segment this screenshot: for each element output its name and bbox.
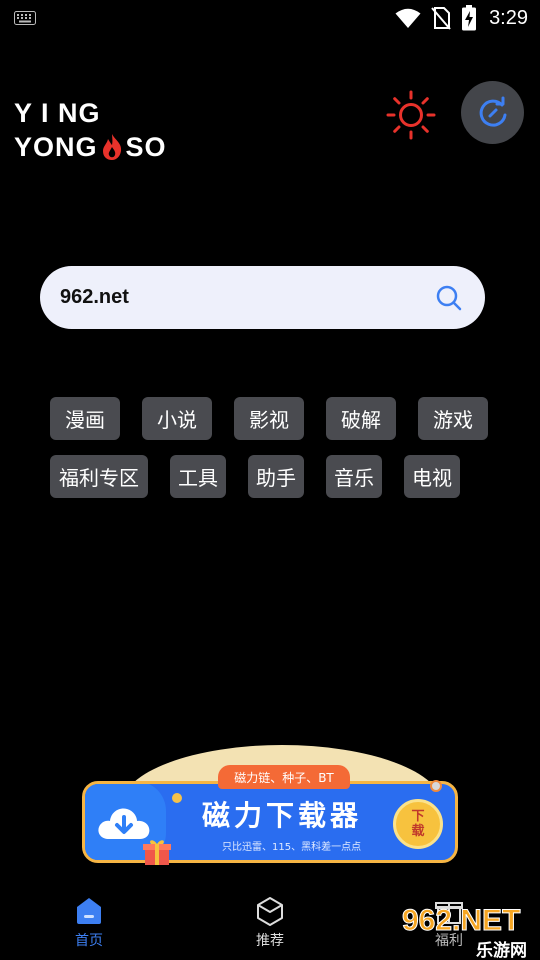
battery-charging-icon <box>462 5 477 31</box>
search-input[interactable]: 962.net <box>60 286 435 309</box>
flame-icon <box>102 134 121 160</box>
nav-item-home[interactable]: 首页 <box>44 896 134 960</box>
tag-cracked[interactable]: 破解 <box>326 397 396 440</box>
tag-video[interactable]: 影视 <box>234 397 304 440</box>
status-bar: 3:29 <box>0 0 540 36</box>
banner-close-icon[interactable] <box>430 780 442 792</box>
logo-line-2-left: YONG <box>14 132 98 162</box>
tag-comics[interactable]: 漫画 <box>50 397 120 440</box>
logo-line-2: YONG SO <box>14 130 167 164</box>
watermark-logo: 962.NET 乐游网 <box>398 900 538 960</box>
watermark-brand: 962.NET <box>401 904 521 938</box>
tag-tv[interactable]: 电视 <box>404 455 460 498</box>
gift-box-icon <box>143 840 171 865</box>
tag-tools[interactable]: 工具 <box>170 455 226 498</box>
promo-banner[interactable]: 磁力链、种子、BT 磁力下载器 只比迅雷、115、黑科差一点点 下载 <box>82 745 462 870</box>
keyboard-icon <box>14 11 36 25</box>
tag-games[interactable]: 游戏 <box>418 397 488 440</box>
refresh-button[interactable] <box>461 81 524 144</box>
tag-music[interactable]: 音乐 <box>326 455 382 498</box>
nav-label-recommend: 推荐 <box>256 933 284 949</box>
tag-novels[interactable]: 小说 <box>142 397 212 440</box>
tag-assistant[interactable]: 助手 <box>248 455 304 498</box>
refresh-icon <box>479 96 506 127</box>
status-time: 3:29 <box>489 6 528 29</box>
nav-label-home: 首页 <box>75 933 103 949</box>
banner-dot <box>172 793 182 803</box>
logo-line-1: Y I NG <box>14 98 101 128</box>
banner-download-button[interactable]: 下载 <box>393 799 443 849</box>
banner-title: 磁力下载器 <box>202 799 363 832</box>
sun-icon[interactable] <box>386 90 436 140</box>
search-bar[interactable]: 962.net <box>40 266 485 329</box>
logo-line-2-right: SO <box>125 132 167 162</box>
banner-tagline: 磁力链、种子、BT <box>218 765 350 789</box>
home-icon <box>77 898 101 924</box>
tag-welfare[interactable]: 福利专区 <box>50 455 148 498</box>
search-icon[interactable] <box>435 284 463 312</box>
no-sim-icon <box>431 7 451 30</box>
app-logo: Y I NG YONG SO <box>14 96 167 164</box>
wifi-icon <box>395 8 421 28</box>
banner-download-label: 下载 <box>411 809 425 839</box>
cube-icon <box>257 897 283 926</box>
watermark-sub: 乐游网 <box>476 941 527 960</box>
nav-item-recommend[interactable]: 推荐 <box>225 896 315 960</box>
banner-subtitle: 只比迅雷、115、黑科差一点点 <box>222 842 362 853</box>
